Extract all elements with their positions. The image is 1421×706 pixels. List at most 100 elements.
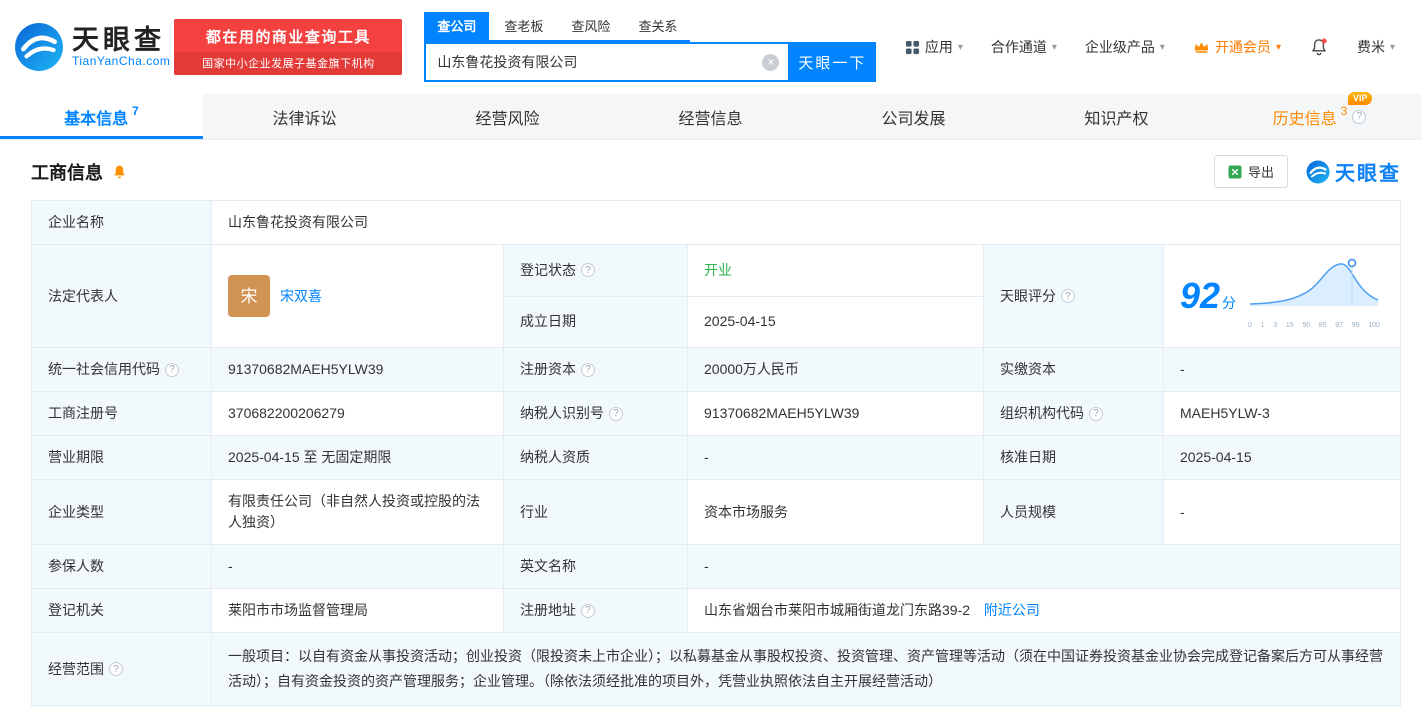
top-nav: 应用 ▾ 合作通道 ▾ 企业级产品 ▾ 开通会员 ▾ <box>905 36 1395 58</box>
tab-operating-risk[interactable]: 经营风险 <box>406 94 609 139</box>
help-icon[interactable]: ? <box>1352 110 1366 124</box>
business-scope-label: 经营范围 ? <box>32 633 212 706</box>
search-tab-risk[interactable]: 查风险 <box>558 12 623 40</box>
score-chart: 0 1 3 15 50 85 97 99 100 <box>1248 256 1380 336</box>
subscribe-bell-icon[interactable] <box>111 163 128 181</box>
reg-capital-label-text: 注册资本 <box>520 359 576 380</box>
reg-address-label: 注册地址 ? <box>504 589 688 633</box>
reg-address-text: 山东省烟台市莱阳市城厢街道龙门东路39-2 <box>704 602 970 618</box>
caret-down-icon: ▾ <box>958 42 963 53</box>
caret-down-icon: ▾ <box>1276 42 1281 53</box>
tab-basic-label: 基本信息 <box>64 105 128 129</box>
nav-partner[interactable]: 合作通道 ▾ <box>991 37 1057 57</box>
score-unit: 分 <box>1222 295 1236 311</box>
export-button[interactable]: 导出 <box>1214 155 1288 188</box>
reg-authority-label: 登记机关 <box>32 589 212 633</box>
approval-date-value: 2025-04-15 <box>1164 436 1401 480</box>
search-row: × 天眼一下 <box>424 42 876 82</box>
nearby-company-link[interactable]: 附近公司 <box>984 602 1040 618</box>
taxpayer-quality-label: 纳税人资质 <box>504 436 688 480</box>
legal-rep-value: 宋 宋双喜 <box>212 245 504 348</box>
score-label-text: 天眼评分 <box>1000 286 1056 307</box>
apps-grid-icon <box>905 40 920 55</box>
help-icon[interactable]: ? <box>109 662 123 676</box>
search-tab-relation[interactable]: 查关系 <box>625 12 690 40</box>
tab-risk-label: 经营风险 <box>475 105 539 129</box>
english-name-value: - <box>688 545 1401 589</box>
caret-down-icon: ▾ <box>1052 42 1057 53</box>
taxpayer-id-label: 纳税人识别号 ? <box>504 392 688 436</box>
nav-user[interactable]: 费米 ▾ <box>1357 37 1395 57</box>
table-row: 法定代表人 宋 宋双喜 登记状态 ? 开业 <box>32 245 1401 297</box>
staff-size-value: - <box>1164 480 1401 545</box>
table-row: 营业期限 2025-04-15 至 无固定期限 纳税人资质 - 核准日期 202… <box>32 436 1401 480</box>
nav-enterprise-label: 企业级产品 <box>1085 37 1155 57</box>
taxpayer-id-label-text: 纳税人识别号 <box>520 403 604 424</box>
business-scope-value: 一般项目：以自有资金从事投资活动；创业投资（限投资未上市企业）；以私募基金从事股… <box>212 633 1401 706</box>
score-curve-icon <box>1248 256 1380 308</box>
clear-icon[interactable]: × <box>762 54 779 71</box>
help-icon[interactable]: ? <box>1061 289 1075 303</box>
help-icon[interactable]: ? <box>581 604 595 618</box>
org-code-value: MAEH5YLW-3 <box>1164 392 1401 436</box>
reg-status-value: 开业 <box>688 245 984 297</box>
tab-company-development[interactable]: 公司发展 <box>812 94 1015 139</box>
org-code-label: 组织机构代码 ? <box>984 392 1164 436</box>
reg-number-value: 370682200206279 <box>212 392 504 436</box>
score-value: 92 <box>1180 275 1220 316</box>
insured-count-value: - <box>212 545 504 589</box>
company-tab-bar: 基本信息 7 法律诉讼 经营风险 经营信息 公司发展 知识产权 历史信息 3 ?… <box>0 94 1421 140</box>
legal-rep-avatar[interactable]: 宋 <box>228 275 270 317</box>
paid-capital-value: - <box>1164 348 1401 392</box>
industry-value: 资本市场服务 <box>688 480 984 545</box>
section-head: 工商信息 导出 <box>0 140 1421 200</box>
tick-label: 85 <box>1319 315 1327 336</box>
table-row: 经营范围 ? 一般项目：以自有资金从事投资活动；创业投资（限投资未上市企业）；以… <box>32 633 1401 706</box>
company-type-value: 有限责任公司（非自然人投资或控股的法人独资） <box>212 480 504 545</box>
search-tab-boss[interactable]: 查老板 <box>491 12 556 40</box>
help-icon[interactable]: ? <box>1089 407 1103 421</box>
english-name-label: 英文名称 <box>504 545 688 589</box>
search-tab-company[interactable]: 查公司 <box>424 12 489 40</box>
nav-apps[interactable]: 应用 ▾ <box>905 37 963 57</box>
credit-code-label-text: 统一社会信用代码 <box>48 359 160 380</box>
paid-capital-label: 实缴资本 <box>984 348 1164 392</box>
company-name-label: 企业名称 <box>32 201 212 245</box>
tab-history-info[interactable]: 历史信息 3 ? VIP <box>1218 94 1421 139</box>
industry-label: 行业 <box>504 480 688 545</box>
watermark-logo: 天眼查 <box>1306 157 1401 186</box>
credit-code-value: 91370682MAEH5YLW39 <box>212 348 504 392</box>
taxpayer-quality-value: - <box>688 436 984 480</box>
help-icon[interactable]: ? <box>581 263 595 277</box>
section-head-right: 导出 天眼查 <box>1214 155 1401 188</box>
search-tabs: 查公司 查老板 查风险 查关系 <box>424 12 690 42</box>
export-label: 导出 <box>1248 162 1274 181</box>
help-icon[interactable]: ? <box>609 407 623 421</box>
tick-label: 97 <box>1335 315 1343 336</box>
help-icon[interactable]: ? <box>165 363 179 377</box>
establish-date-label: 成立日期 <box>504 296 688 348</box>
help-icon[interactable]: ? <box>581 363 595 377</box>
establish-date-value: 2025-04-15 <box>688 296 984 348</box>
tab-intellectual-property[interactable]: 知识产权 <box>1015 94 1218 139</box>
tianyancha-logo[interactable]: 天眼查 TianYanCha.com <box>14 22 170 72</box>
tab-legal-proceedings[interactable]: 法律诉讼 <box>203 94 406 139</box>
nav-open-membership[interactable]: 开通会员 ▾ <box>1193 37 1281 57</box>
tab-operating-info[interactable]: 经营信息 <box>609 94 812 139</box>
approval-date-label: 核准日期 <box>984 436 1164 480</box>
table-row: 统一社会信用代码 ? 91370682MAEH5YLW39 注册资本 ? 200… <box>32 348 1401 392</box>
search-button[interactable]: 天眼一下 <box>788 42 876 82</box>
credit-code-label: 统一社会信用代码 ? <box>32 348 212 392</box>
tick-label: 50 <box>1302 315 1310 336</box>
tab-operation-label: 经营信息 <box>678 105 742 129</box>
legal-rep-link[interactable]: 宋双喜 <box>280 286 322 307</box>
tianyan-score-cell: 92分 0 1 3 <box>1164 245 1401 348</box>
page: 天眼查 TianYanCha.com 都在用的商业查询工具 国家中小企业发展子基… <box>0 0 1421 706</box>
nav-membership-label: 开通会员 <box>1215 37 1271 57</box>
brand-name: 天眼查 <box>72 26 170 54</box>
tab-basic-info[interactable]: 基本信息 7 <box>0 94 203 139</box>
search-input[interactable] <box>426 44 788 80</box>
notification-bell[interactable] <box>1309 36 1329 58</box>
company-name-value: 山东鲁花投资有限公司 <box>212 201 1401 245</box>
nav-enterprise-products[interactable]: 企业级产品 ▾ <box>1085 37 1165 57</box>
